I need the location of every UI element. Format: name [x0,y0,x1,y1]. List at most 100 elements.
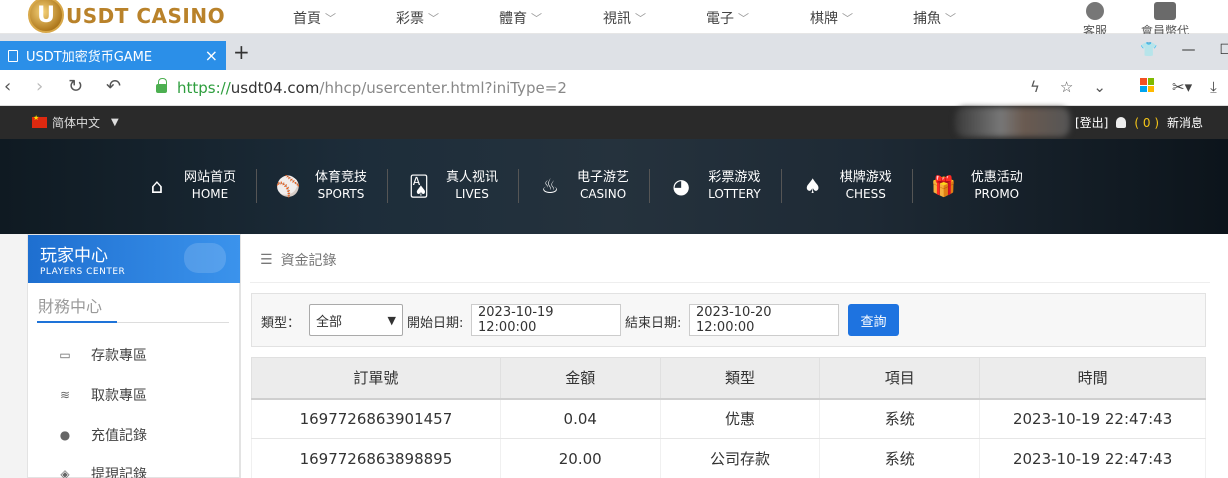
menu-label-cn: 体育竞技 [315,170,368,185]
lock-icon [156,77,167,93]
topnav-item-lottery[interactable]: 彩票 ﹀ [396,8,439,28]
url-actions: ϟ ☆ ⌄ [1030,78,1106,96]
start-date-label: 開始日期: [407,316,464,331]
cell-type: 优惠 [659,398,821,439]
topnav-label: 視訊 [603,11,631,27]
chevron-down-icon: ﹀ [635,12,646,25]
menu-item-lottery[interactable]: ◕ 彩票游戏 LOTTERY [664,169,782,203]
menu-label-en: CHESS [845,187,886,201]
sidebar-item-withdraw-record[interactable]: ◈ 提現記錄 [57,464,147,478]
cell-item: 系统 [819,438,981,478]
cell-amount: 20.00 [499,438,661,478]
menu-label-cn: 彩票游戏 [708,170,761,185]
star-icon[interactable]: ☆ [1060,78,1073,96]
menu-label-en: HOME [191,187,229,201]
sidebar-item-label: 存款專區 [91,348,147,364]
menu-item-lives[interactable]: 🂡 真人视讯 LIVES [402,169,520,203]
sidebar-item-label: 提現記錄 [91,467,147,478]
dropdown-icon[interactable]: ⌄ [1093,78,1106,96]
cell-item: 系统 [819,398,981,439]
end-date-input[interactable]: 2023-10-20 12:00:00 [689,304,839,336]
tab-title: USDT加密货币GAME [26,50,153,65]
sidebar-item-withdraw[interactable]: ≋ 取款專區 [57,385,147,405]
menu-item-promo[interactable]: 🎁 优惠活动 PROMO [927,169,1043,203]
menu-icon: ☰ [260,252,273,268]
chevron-down-icon: ﹀ [945,12,956,25]
bell-icon[interactable] [1116,117,1127,128]
lottery-icon: ◕ [672,174,690,198]
chevron-down-icon: ﹀ [325,12,336,25]
messages-link[interactable]: 新消息 [1167,114,1203,131]
start-date-input[interactable]: 2023-10-19 12:00:00 [471,304,621,336]
logo-text: USDT CASINO [66,4,226,28]
download-icon[interactable]: ⤓ [1210,78,1217,96]
topnav-label: 體育 [499,11,527,27]
topnav-item-chess[interactable]: 棋牌 ﹀ [810,8,853,28]
sidebar-item-recharge-record[interactable]: ● 充值記錄 [57,425,147,445]
type-label: 類型： [261,316,301,331]
scissors-icon[interactable]: ✂▾ [1172,78,1192,96]
query-button[interactable]: 查詢 [848,304,899,336]
topnav-item-fishing[interactable]: 捕魚 ﹀ [913,8,956,28]
forward-icon[interactable]: › [36,76,43,97]
menu-item-sports[interactable]: ⚾ 体育竞技 SPORTS [271,169,389,203]
menu-label-en: LOTTERY [708,187,761,201]
table-row: 1697726863901457 0.04 优惠 系统 2023-10-19 2… [251,398,1206,439]
close-icon[interactable]: × [205,46,218,65]
back-icon[interactable]: ‹ [4,76,11,97]
breadcrumb-label: 資金記錄 [280,253,337,269]
cell-order-no: 1697726863901457 [251,398,501,439]
menu-item-casino[interactable]: ♨ 电子游艺 CASINO [533,169,651,203]
blurred-username [955,107,1070,137]
new-tab-button[interactable]: + [233,40,250,64]
menu-label-en: LIVES [455,187,489,201]
menu-item-chess[interactable]: ♠ 棋牌游戏 CHESS [796,169,913,203]
players-center-header: 玩家中心 PLAYERS CENTER [28,235,240,283]
logout-link[interactable]: [登出] [1075,114,1108,131]
chevron-down-icon: ﹀ [428,12,439,25]
site-logo[interactable]: U USDT CASINO [28,0,225,34]
topnav-item-live[interactable]: 視訊 ﹀ [603,8,646,28]
table-row: 1697726863898895 20.00 公司存款 系统 2023-10-1… [251,438,1206,478]
menu-item-home[interactable]: ⌂ 网站首页 HOME [140,169,258,203]
message-count: ( 0 ) [1134,115,1160,130]
topnav-item-sports[interactable]: 體育 ﹀ [499,8,542,28]
withdraw-record-icon: ◈ [60,467,70,478]
gift-icon: 🎁 [931,174,957,198]
extension-icons: ✂▾ ⤓ [1140,78,1217,96]
cell-time: 2023-10-19 22:47:43 [979,398,1206,439]
chevron-down-icon: ﹀ [738,12,749,25]
table-header-row: 訂單號 金額 類型 項目 時間 [251,357,1206,400]
records-table: 訂單號 金額 類型 項目 時間 1697726863901457 0.04 优惠… [251,357,1206,478]
reload-icon[interactable]: ↻ [68,76,83,97]
url-field[interactable]: https://usdt04.com/hhcp/usercenter.html?… [146,74,1121,102]
breadcrumb-divider [250,282,1210,283]
menu-label-en: PROMO [974,187,1020,201]
maximize-icon[interactable]: ☐ [1219,42,1228,58]
language-selector[interactable]: 简体中文 ▼ [32,114,119,131]
page-icon [8,49,18,62]
topnav-label: 彩票 [396,11,424,27]
menu-label-cn: 网站首页 [184,170,237,185]
chat-icon [1086,2,1104,20]
home-icon: ⌂ [150,174,164,198]
cell-amount: 0.04 [499,398,661,439]
people-icon [1154,2,1176,20]
withdraw-icon: ≋ [59,388,71,402]
sidebar-item-deposit[interactable]: ▭ 存款專區 [57,345,147,365]
topnav-item-electronic[interactable]: 電子 ﹀ [706,8,749,28]
undo-icon[interactable]: ↶ [106,76,121,97]
main-menu: ⌂ 网站首页 HOME ⚾ 体育竞技 SPORTS 🂡 真人视讯 LIVES ♨ 电子游艺 CA… [140,169,1057,203]
browser-tab-active[interactable]: USDT加密货币GAME × [0,41,226,70]
topnav-item-home[interactable]: 首頁 ﹀ [293,8,336,28]
topnav-label: 電子 [706,11,734,27]
end-date-label: 結束日期: [625,316,682,331]
menu-label-cn: 棋牌游戏 [839,170,892,185]
minimize-icon[interactable]: — [1181,42,1195,58]
section-title: 財務中心 [38,297,103,316]
shirt-icon[interactable]: 👕 [1140,42,1157,58]
ball-icon: ⚾ [275,174,301,198]
lightning-icon[interactable]: ϟ [1030,78,1040,96]
type-select[interactable]: 全部 ▼ [309,304,403,336]
apps-icon[interactable] [1140,78,1154,92]
